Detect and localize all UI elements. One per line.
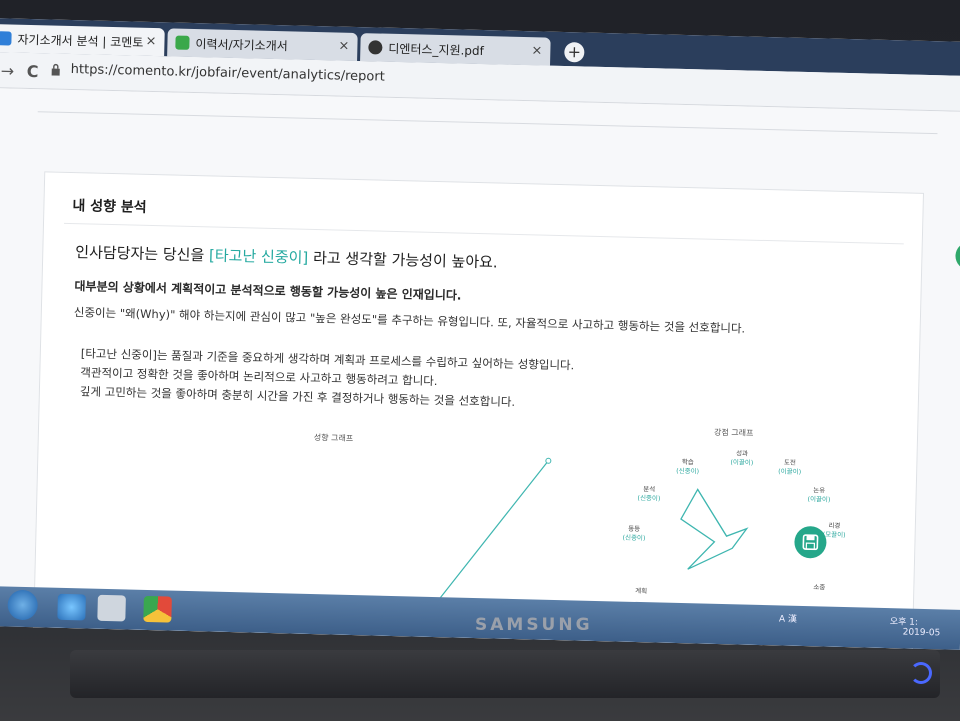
close-tab-icon[interactable]: × xyxy=(531,43,542,58)
trait-label: 리경 (모끌이) xyxy=(822,521,846,540)
divider xyxy=(63,222,904,245)
headline-type: [타고난 신중이] xyxy=(208,246,309,267)
close-tab-icon[interactable]: × xyxy=(338,39,349,54)
result-headline: 인사담당자는 당신을 [타고난 신중이] 라고 생각할 가능성이 높아요. xyxy=(75,241,498,272)
trait-label: 논유 (이끌이) xyxy=(807,486,831,504)
trait-label: 학습 (신중이) xyxy=(676,458,700,476)
file-explorer-icon[interactable] xyxy=(97,594,126,622)
description-paragraph: 신중이는 "왜(Why)" 해야 하는지에 관심이 많고 "높은 완성도"를 추… xyxy=(73,305,746,336)
card-title: 내 성향 분석 xyxy=(72,198,147,216)
ime-indicator[interactable]: A 漢 xyxy=(779,614,797,624)
tab-label: 자기소개서 분석 | 코멘토 xyxy=(17,32,144,50)
tendency-graph xyxy=(436,457,552,603)
system-tray: A 漢 오후 1: 2019-05 xyxy=(779,611,941,638)
trait-label: 계획 xyxy=(635,586,648,596)
trait-label: 소중 xyxy=(813,583,826,592)
samsung-logo: SAMSUNG xyxy=(475,615,593,635)
side-floating-button[interactable] xyxy=(955,241,960,270)
strength-radar-graph xyxy=(680,488,749,570)
floppy-disk-icon xyxy=(802,534,819,551)
strength-graph-label: 강점 그래프 xyxy=(713,427,754,438)
divider xyxy=(37,111,938,135)
monitor-screen: 자기소개서 분석 | 코멘토 × 이력서/자기소개서 × 디엔터스_지원.pdf… xyxy=(0,18,960,650)
forward-icon[interactable]: → xyxy=(0,61,14,80)
tab-label: 이력서/자기소개서 xyxy=(195,36,288,53)
tab-label: 디엔터스_지원.pdf xyxy=(388,41,485,58)
photo-frame: 자기소개서 분석 | 코멘토 × 이력서/자기소개서 × 디엔터스_지원.pdf… xyxy=(0,0,960,721)
clock-date: 2019-05 xyxy=(902,627,941,639)
personality-analysis-card: 내 성향 분석 인사담당자는 당신을 [타고난 신중이] 라고 생각할 가능성이… xyxy=(32,171,925,650)
globe-icon xyxy=(368,40,383,55)
power-led-icon xyxy=(910,662,932,684)
page-content: 내 성향 분석 인사담당자는 당신을 [타고난 신중이] 라고 생각할 가능성이… xyxy=(0,87,960,650)
internet-explorer-icon[interactable] xyxy=(57,593,86,621)
trait-label: 성과 (이끌이) xyxy=(730,449,754,467)
trait-label: 동등 (신중이) xyxy=(622,524,646,543)
start-button[interactable] xyxy=(7,589,39,621)
trait-label: 분석 (신중이) xyxy=(637,485,661,503)
new-tab-button[interactable]: + xyxy=(564,42,585,63)
url-field[interactable]: https://comento.kr/jobfair/event/analyti… xyxy=(51,62,385,85)
laptop-hinge xyxy=(70,650,940,698)
headline-prefix: 인사담당자는 당신을 xyxy=(75,243,205,265)
tab-comento-analysis[interactable]: 자기소개서 분석 | 코멘토 × xyxy=(0,23,165,57)
comento-favicon-icon xyxy=(0,31,12,46)
url-text: https://comento.kr/jobfair/event/analyti… xyxy=(70,61,385,85)
trait-label: 도전 (이끌이) xyxy=(778,458,802,476)
clock-time[interactable]: 오후 1: xyxy=(890,617,918,628)
summary-line: 대부분의 상황에서 계획적이고 분석적으로 행동할 가능성이 높은 인재입니다. xyxy=(74,279,462,303)
resume-favicon-icon xyxy=(175,35,190,50)
chrome-icon[interactable] xyxy=(143,595,172,623)
reload-icon[interactable]: C xyxy=(26,62,38,81)
headline-suffix: 라고 생각할 가능성이 높아요. xyxy=(312,248,498,272)
tendency-graph-label: 성향 그래프 xyxy=(313,433,354,443)
save-button[interactable] xyxy=(794,525,827,559)
close-tab-icon[interactable]: × xyxy=(145,34,156,49)
detail-paragraph: [타고난 신중이]는 품질과 기준을 중요하게 생각하며 계획과 프로세스를 수… xyxy=(80,344,575,413)
